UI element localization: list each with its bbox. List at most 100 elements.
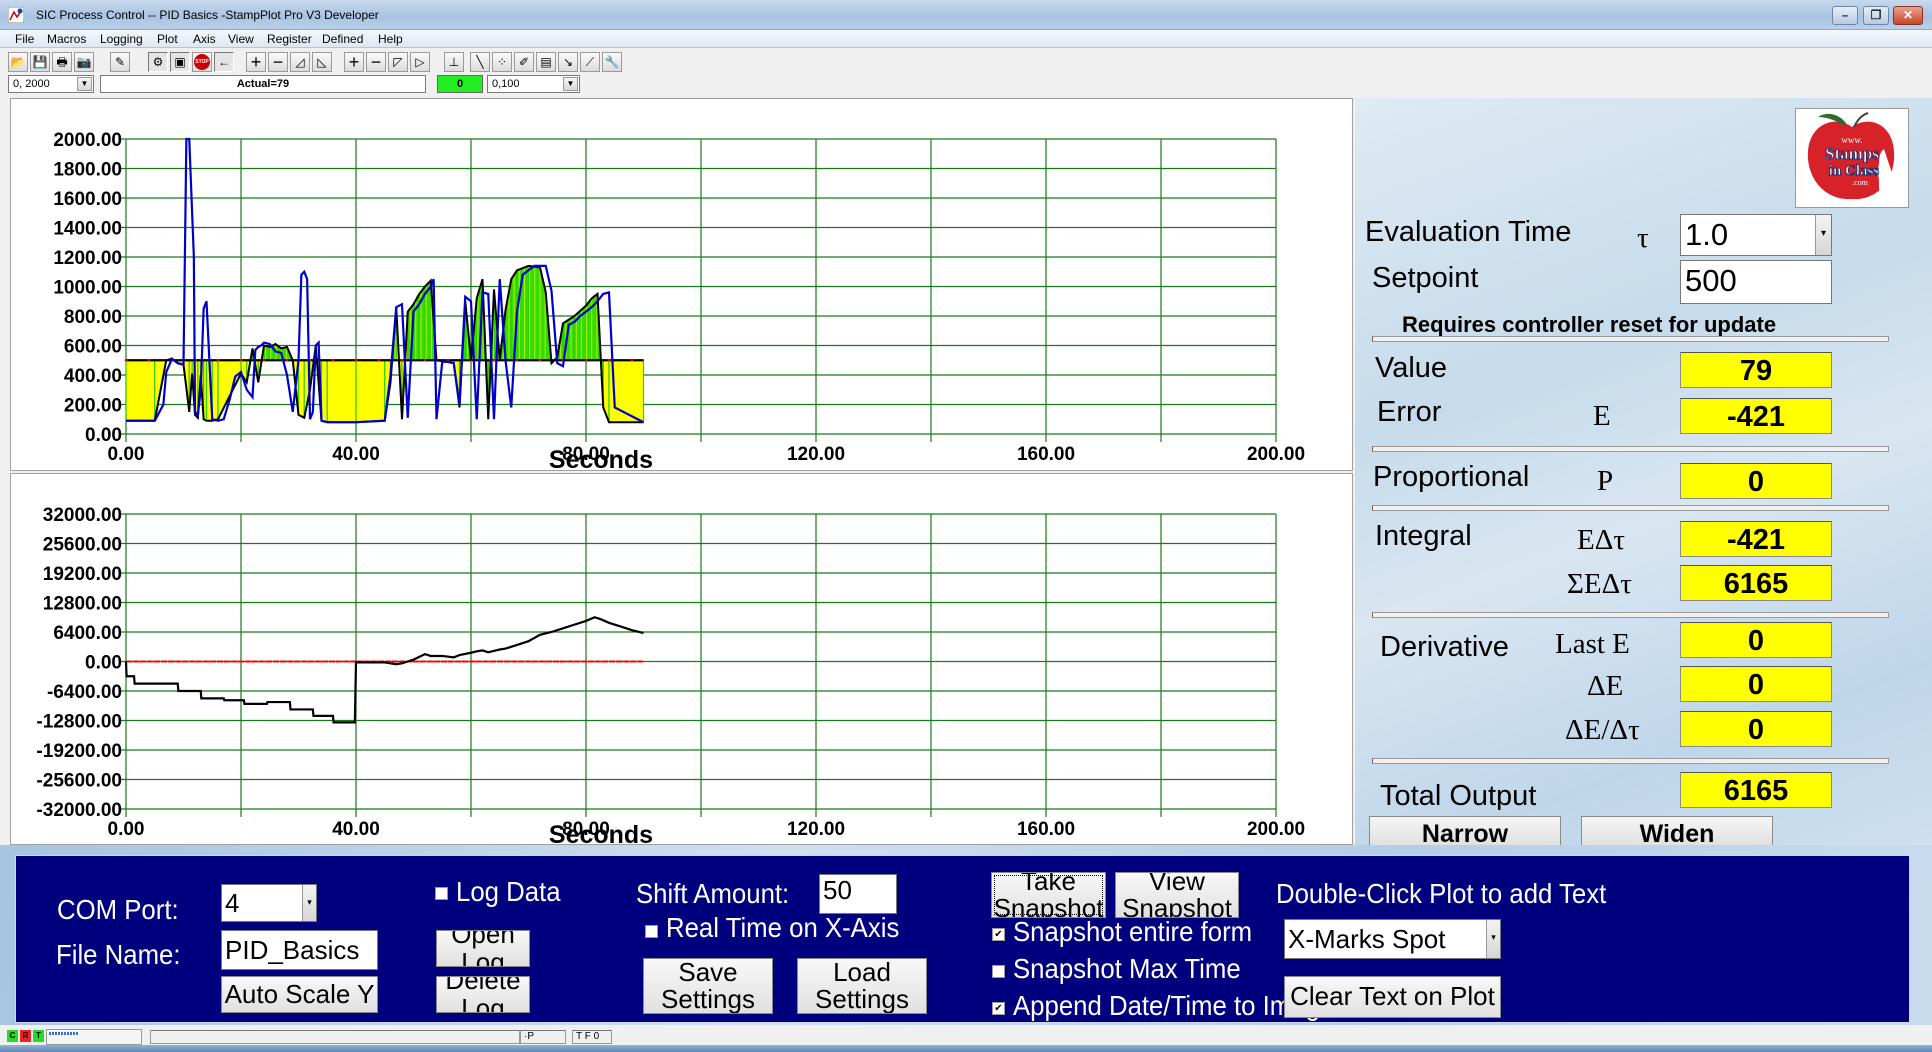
y-range-select[interactable]: 0, 2000 ▼	[8, 75, 94, 93]
auto-scale-y-button[interactable]: Auto Scale Y	[221, 976, 378, 1013]
menu-register[interactable]: Register	[267, 32, 312, 46]
minimize-button[interactable]: –	[1832, 6, 1858, 25]
x-tick-label: 200.00	[1247, 819, 1305, 840]
magic-wand-button[interactable]: ✎	[110, 52, 130, 72]
integral-chart[interactable]: -32000.00 -25600.00 -19200.00 -12800.00 -640…	[11, 474, 1354, 846]
clear-text-button[interactable]: Clear Text on Plot	[1284, 976, 1501, 1018]
real-time-checkbox[interactable]	[645, 925, 658, 938]
signal-button[interactable]: ⟋	[580, 52, 600, 72]
process-chart-panel[interactable]: 0.00 200.00 400.00 600.00 800.00 1000.00 1200.…	[10, 98, 1354, 472]
stop-button[interactable]: STOP	[192, 52, 212, 72]
actual-status-field: Actual=79	[100, 75, 426, 93]
de-dt-symbol: ΔE/Δτ	[1565, 714, 1640, 746]
file-name-label: File Name:	[56, 939, 181, 970]
setpoint-marker	[607, 358, 611, 362]
y-tick-label: 600.00	[64, 337, 122, 358]
wrench-button[interactable]: 🔧	[602, 52, 622, 72]
total-output-label: Total Output	[1380, 780, 1537, 810]
menu-plot[interactable]: Plot	[157, 32, 178, 46]
x-zoom-out-button[interactable]: −	[366, 52, 386, 72]
restore-button[interactable]: ❐	[1863, 6, 1889, 25]
y-zoom-in-button[interactable]: +	[246, 52, 266, 72]
monitor-button[interactable]: ▣	[170, 52, 190, 72]
monitor-icon: ▣	[174, 55, 186, 69]
y-shift-down-button[interactable]: ◺	[312, 52, 332, 72]
x-range-value: 0,100	[492, 78, 520, 90]
e-delta-tau-readout: -421	[1680, 521, 1832, 557]
chevron-down-icon[interactable]: ▼	[563, 77, 578, 91]
save-disk-button[interactable]: 💾	[30, 52, 50, 72]
y-tick-label: 200.00	[64, 396, 122, 417]
menu-macros[interactable]: Macros	[47, 32, 86, 46]
y-zoom-out-button[interactable]: −	[268, 52, 288, 72]
menu-axis[interactable]: Axis	[193, 32, 216, 46]
chevron-down-icon[interactable]: ▾	[1815, 215, 1831, 255]
menu-view[interactable]: View	[228, 32, 254, 46]
note-button[interactable]: ✐	[514, 52, 534, 72]
status-message-field	[150, 1030, 520, 1044]
svg-text:.com: .com	[1852, 178, 1869, 187]
print-button[interactable]: 🖶	[52, 52, 72, 72]
shift-amount-input[interactable]: 50	[819, 874, 897, 914]
menu-file[interactable]: File	[15, 32, 34, 46]
snapshot-max-time-checkbox[interactable]	[992, 965, 1005, 978]
plot-text-select[interactable]: X-Marks Spot ▾	[1284, 919, 1501, 959]
clipboard-button[interactable]: ▤	[536, 52, 556, 72]
y-tick-label: 6400.00	[53, 623, 122, 644]
load-settings-button[interactable]: Load Settings	[797, 958, 927, 1014]
x-zoom-in-button[interactable]: +	[344, 52, 364, 72]
file-name-input[interactable]: PID_Basics	[221, 930, 378, 970]
take-snapshot-button[interactable]: Take Snapshot	[991, 872, 1106, 918]
com-port-select[interactable]: 4 ▾	[221, 884, 317, 922]
y-tick-label: 1800.00	[53, 160, 122, 181]
y-zoom-in-icon: +	[250, 52, 262, 72]
process-chart[interactable]: 0.00 200.00 400.00 600.00 800.00 1000.00 1200.…	[11, 99, 1354, 472]
chevron-down-icon[interactable]: ▾	[1486, 920, 1500, 958]
y-shift-up-button[interactable]: ◿	[290, 52, 310, 72]
connect-icon: ⚙	[152, 55, 164, 69]
x-axis-title: Seconds	[549, 821, 653, 846]
divider	[1372, 336, 1889, 342]
x-shift-left-button[interactable]: ◸	[388, 52, 408, 72]
shift-amount-value: 50	[823, 875, 852, 905]
open-folder-button[interactable]: 📂	[8, 52, 28, 72]
setpoint-input[interactable]: 500	[1680, 260, 1832, 304]
reset-note: Requires controller reset for update	[1402, 312, 1777, 337]
camera-icon: 📷	[76, 55, 92, 69]
axis-button[interactable]: ⊥	[444, 52, 464, 72]
delta-e-readout: 0	[1680, 666, 1832, 702]
menu-logging[interactable]: Logging	[100, 32, 143, 46]
close-button[interactable]: ✕	[1893, 6, 1923, 25]
append-datetime-checkbox[interactable]: ✔	[992, 1002, 1005, 1015]
x-zoom-out-icon: −	[370, 52, 382, 72]
save-settings-button[interactable]: Save Settings	[643, 958, 773, 1014]
toolbar-row-2: 0, 2000 ▼ Actual=79 0 0,100 ▼	[0, 75, 1932, 95]
pen-button[interactable]: ╲	[470, 52, 490, 72]
x-tick-label: 40.00	[332, 444, 380, 465]
x-shift-right-button[interactable]: ▷	[410, 52, 430, 72]
evaluation-time-select[interactable]: 1.0 ▾	[1680, 214, 1832, 256]
arrow-left-button[interactable]: ←	[214, 52, 234, 72]
proportional-readout: 0	[1680, 463, 1832, 499]
x-tick-label: 40.00	[332, 819, 380, 840]
chevron-down-icon[interactable]: ▼	[77, 77, 92, 91]
log-data-checkbox[interactable]	[435, 887, 448, 900]
connect-button[interactable]: ⚙	[148, 52, 168, 72]
open-log-button[interactable]: Open Log	[436, 930, 530, 967]
last-e-symbol: Last E	[1555, 628, 1630, 658]
points-button[interactable]: ⁘	[492, 52, 512, 72]
x-range-select[interactable]: 0,100 ▼	[487, 75, 580, 93]
note-icon: ✐	[518, 55, 530, 69]
probe-button[interactable]: ↘	[558, 52, 578, 72]
delete-log-button[interactable]: Delete Log	[436, 976, 530, 1013]
view-snapshot-button[interactable]: View Snapshot	[1115, 872, 1239, 918]
chevron-down-icon[interactable]: ▾	[302, 885, 316, 921]
menu-help[interactable]: Help	[378, 32, 403, 46]
setpoint-marker	[239, 358, 243, 362]
snapshot-max-time-label: Snapshot Max Time	[1013, 953, 1241, 984]
integral-chart-panel[interactable]: -32000.00 -25600.00 -19200.00 -12800.00 -640…	[10, 473, 1354, 846]
camera-button[interactable]: 📷	[74, 52, 94, 72]
snapshot-entire-form-checkbox[interactable]: ✔	[992, 928, 1005, 941]
menu-defined[interactable]: Defined	[322, 32, 363, 46]
y-tick-label: 25600.00	[43, 535, 122, 556]
